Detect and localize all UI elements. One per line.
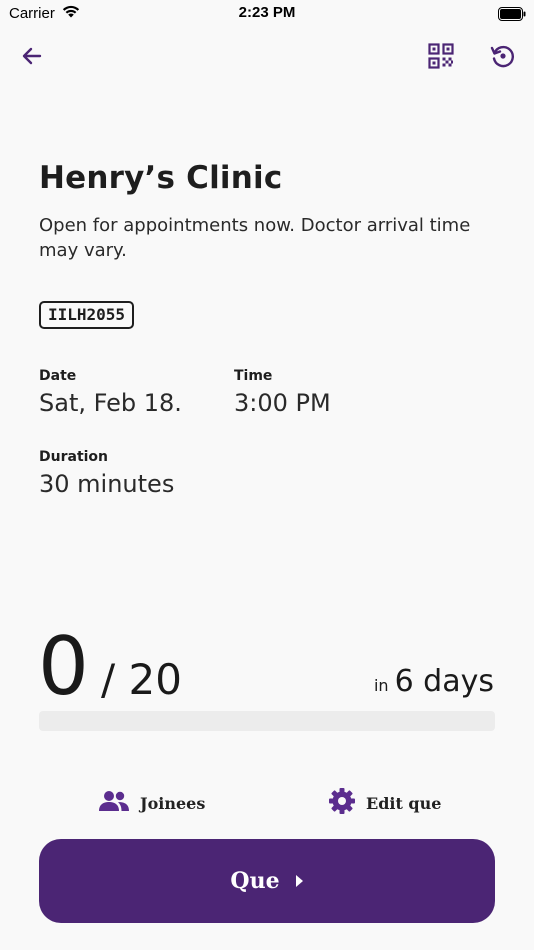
date-label: Date [39,368,77,384]
queue-button-label: Que [230,868,280,894]
queue-current-count: 0 [38,620,89,713]
time-value: 3:00 PM [234,389,331,417]
history-button[interactable] [487,42,519,74]
status-time: 2:23 PM [238,4,296,21]
queue-eta: in 6 days [374,664,494,699]
arrow-left-icon [20,44,44,72]
eta-value: 6 days [394,664,494,699]
queue-total-count: / 20 [101,655,182,704]
chevron-right-icon [294,868,304,894]
qr-code-button[interactable] [425,42,457,74]
edit-queue-button[interactable]: Edit que [328,786,441,820]
queue-progress-bar [39,711,495,731]
date-value: Sat, Feb 18. [39,389,182,417]
joinees-label: Joinees [140,793,206,813]
status-bar: Carrier 2:23 PM [0,0,534,30]
clinic-description: Open for appointments now. Doctor arriva… [39,215,471,261]
qr-code-icon [428,43,454,73]
joinees-button[interactable]: Joinees [98,786,205,820]
eta-prefix: in [373,676,389,695]
battery-icon [498,6,526,21]
navigation-bar [0,38,534,78]
gear-icon [328,787,356,819]
queue-primary-button[interactable]: Que [39,839,495,923]
clinic-code-badge: IILH2055 [39,301,135,329]
duration-label: Duration [39,449,109,465]
users-icon [98,789,130,817]
history-icon [489,42,517,74]
clinic-title: Henry’s Clinic [39,160,283,196]
duration-value: 30 minutes [39,470,175,498]
edit-queue-label: Edit que [366,793,442,813]
time-label: Time [234,368,273,384]
back-button[interactable] [16,42,48,74]
